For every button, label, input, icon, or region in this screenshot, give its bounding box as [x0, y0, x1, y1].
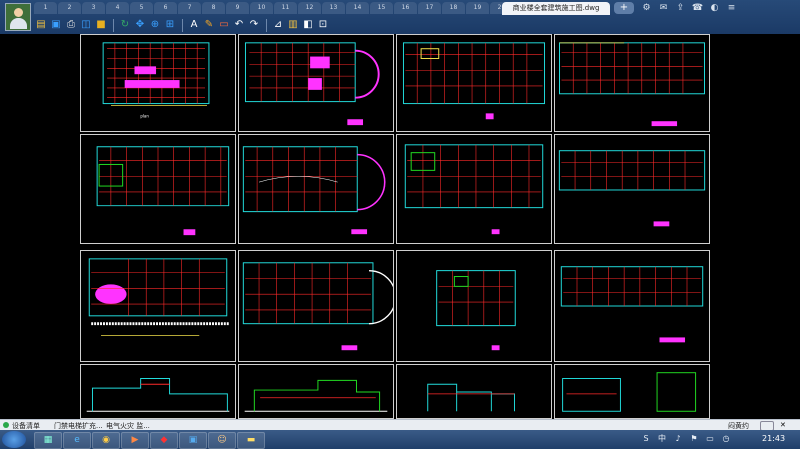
sheet-elevation-1[interactable] [80, 364, 236, 419]
sheet-floor-plan-4[interactable] [554, 34, 710, 132]
drawing-canvas[interactable]: plan [80, 34, 710, 419]
window-controls: ⚙ ✉ ⇪ ☎ ◐ ≡ [640, 2, 742, 15]
status-dot [3, 422, 9, 428]
tray-icon[interactable]: ⚑ [688, 433, 700, 445]
sheet-floor-plan-6[interactable] [238, 134, 394, 244]
print-icon[interactable]: ⎙ [64, 18, 78, 32]
file-tab[interactable]: 19 [466, 2, 489, 14]
sheet-site-plan[interactable] [80, 250, 236, 362]
redo-icon[interactable]: ↷ [247, 18, 261, 32]
undo-icon[interactable]: ↶ [232, 18, 246, 32]
sheet-floor-plan-7[interactable] [396, 134, 552, 244]
file-tab[interactable]: 11 [274, 2, 297, 14]
menu-icon[interactable]: ≡ [725, 2, 738, 15]
toolbar-separator [113, 18, 114, 32]
file-tab[interactable]: 1 [34, 2, 57, 14]
close-icon[interactable]: ✕ [780, 421, 794, 429]
sheet-floor-plan-5[interactable] [80, 134, 236, 244]
text-icon[interactable]: A [187, 18, 201, 32]
taskbar-app-user[interactable]: ☺ [208, 432, 236, 449]
file-tab[interactable]: 2 [58, 2, 81, 14]
title-bar: 1234567891011121314151617181920 商业楼全套建筑施… [0, 0, 800, 34]
taskbar-app-player[interactable]: ▶ [121, 432, 149, 449]
taskbar-app-folder[interactable]: ▬ [237, 432, 265, 449]
sheet-floor-plan-2[interactable] [238, 34, 394, 132]
file-tab[interactable]: 18 [442, 2, 465, 14]
taskbar-app-viewer[interactable]: ▣ [179, 432, 207, 449]
save-icon[interactable]: ▣ [49, 18, 63, 32]
zoom-extents-icon[interactable]: ⊞ [163, 18, 177, 32]
file-tab[interactable]: 16 [394, 2, 417, 14]
open-icon[interactable]: ▤ [34, 18, 48, 32]
svg-text:plan: plan [140, 113, 149, 118]
file-tab[interactable]: 13 [322, 2, 345, 14]
file-tab-strip: 1234567891011121314151617181920 [34, 2, 514, 15]
file-tab[interactable]: 4 [106, 2, 129, 14]
lock-icon[interactable]: ■ [94, 18, 108, 32]
file-tab[interactable]: 17 [418, 2, 441, 14]
file-tab[interactable]: 12 [298, 2, 321, 14]
rotate-icon[interactable]: ↻ [118, 18, 132, 32]
windows-taskbar: ▦ e ◉ ▶ ◆ ▣ ☺ ▬ S 中 ♪ ⚑ ▭ ◷ 21:43 [0, 430, 800, 449]
clock: 21:43 [762, 434, 786, 443]
file-tab[interactable]: 5 [130, 2, 153, 14]
file-tab[interactable]: 7 [178, 2, 201, 14]
start-button[interactable] [2, 431, 26, 448]
sheet-section-2[interactable] [554, 364, 710, 419]
toolbar-separator [182, 18, 183, 32]
avatar-body [10, 18, 27, 29]
file-tab[interactable]: 15 [370, 2, 393, 14]
sheet-floor-plan-1[interactable]: plan [80, 34, 236, 132]
new-tab-button[interactable]: + [614, 2, 634, 14]
phone-icon[interactable]: ☎ [691, 2, 704, 15]
taskbar-app-browser[interactable]: ◉ [92, 432, 120, 449]
pan-icon[interactable]: ✥ [133, 18, 147, 32]
sheet-elevation-2[interactable] [238, 364, 394, 419]
taskbar-app-explorer[interactable]: ▦ [34, 432, 62, 449]
file-tab[interactable]: 14 [346, 2, 369, 14]
settings-icon[interactable]: ⚙ [640, 2, 653, 15]
file-tab[interactable]: 3 [82, 2, 105, 14]
user-avatar[interactable] [5, 3, 31, 31]
sheet-section-1[interactable] [396, 364, 552, 419]
sheet-floor-plan-10[interactable] [396, 250, 552, 362]
taskbar-app-ie[interactable]: e [63, 432, 91, 449]
preview-icon[interactable]: ◫ [79, 18, 93, 32]
file-tab[interactable]: 10 [250, 2, 273, 14]
active-file-tab[interactable]: 商业楼全套建筑施工图.dwg [502, 2, 610, 15]
tray-icon[interactable]: 中 [656, 433, 668, 445]
layers-icon[interactable]: ▥ [286, 18, 300, 32]
sheet-floor-plan-3[interactable] [396, 34, 552, 132]
tray-icon[interactable]: ◷ [720, 433, 732, 445]
insert-icon[interactable]: ⊡ [316, 18, 330, 32]
pencil-icon[interactable]: ✎ [202, 18, 216, 32]
measure-icon[interactable]: ⊿ [271, 18, 285, 32]
file-tab[interactable]: 6 [154, 2, 177, 14]
skin-icon[interactable]: ◐ [708, 2, 721, 15]
tray-icon[interactable]: S [640, 433, 652, 445]
tray-icon[interactable]: ▭ [704, 433, 716, 445]
avatar-head [14, 8, 23, 17]
sheet-floor-plan-9[interactable] [238, 250, 394, 362]
toolbar-separator [266, 18, 267, 32]
zoom-icon[interactable]: ⊕ [148, 18, 162, 32]
drawing-toolbar: ▤ ▣ ⎙ ◫ ■ ↻ ✥ ⊕ ⊞ A ✎ ▭ ↶ ↷ ⊿ ▥ ◧ ⊡ [34, 17, 331, 33]
sheet-floor-plan-11[interactable] [554, 250, 710, 362]
file-tab[interactable]: 9 [226, 2, 249, 14]
rectangle-icon[interactable]: ▭ [217, 18, 231, 32]
file-tab[interactable]: 8 [202, 2, 225, 14]
share-icon[interactable]: ⇪ [674, 2, 687, 15]
tray-icon[interactable]: ♪ [672, 433, 684, 445]
layer-state-icon[interactable]: ◧ [301, 18, 315, 32]
taskbar-app-cad[interactable]: ◆ [150, 432, 178, 449]
mail-icon[interactable]: ✉ [657, 2, 670, 15]
sheet-floor-plan-8[interactable] [554, 134, 710, 244]
